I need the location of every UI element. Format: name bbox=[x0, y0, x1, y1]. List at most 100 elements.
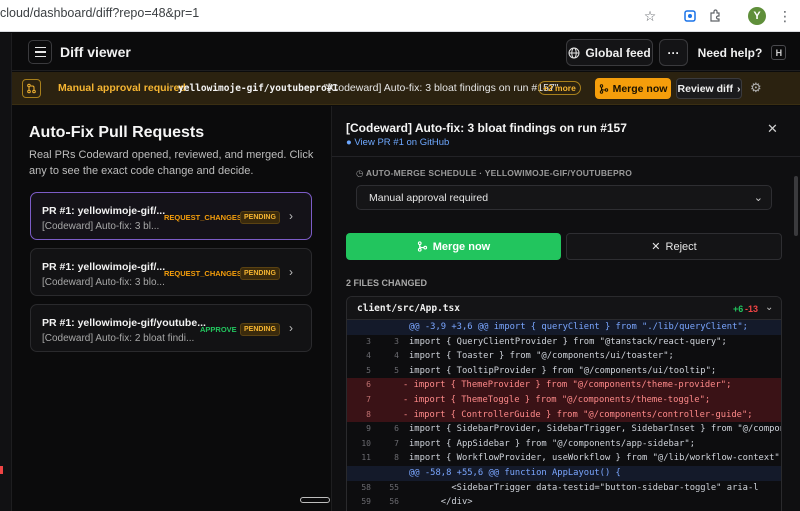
github-link-label: View PR #1 on GitHub bbox=[354, 137, 450, 148]
panel-scrollbar[interactable] bbox=[794, 176, 798, 236]
review-status: REQUEST_CHANGES bbox=[164, 269, 242, 278]
diff-line: 5 5 import { TooltipProvider } from "@/com… bbox=[347, 364, 781, 379]
diff-lines: @@ -3,9 +3,6 @@ import { queryClient } f… bbox=[347, 320, 781, 510]
menu-button[interactable] bbox=[28, 40, 52, 64]
banner-merge-now-label: Merge now bbox=[612, 82, 668, 95]
diff-filename: client/src/App.tsx bbox=[357, 303, 460, 314]
new-line-number: 55 bbox=[389, 482, 399, 492]
old-line-number: 11 bbox=[361, 453, 371, 463]
pr-card-title: PR #1: yellowimoje-gif/... bbox=[42, 261, 166, 273]
panel-title: Auto-Fix Pull Requests bbox=[29, 124, 205, 141]
github-icon: ● bbox=[346, 137, 352, 148]
old-line-number: 8 bbox=[366, 409, 371, 419]
diff-detail-panel: [Codeward] Auto-fix: 3 bloat findings on… bbox=[331, 106, 800, 511]
diff-hunk-header: @@ -58,8 +55,6 @@ function AppLayout() { bbox=[347, 465, 781, 481]
more-options-button[interactable]: ··· bbox=[659, 39, 688, 66]
old-line-number: 4 bbox=[366, 351, 371, 361]
code-text: import { Toaster } from "@/components/ui… bbox=[409, 351, 674, 362]
schedule-label: ◷ AUTO-MERGE SCHEDULE · YELLOWIMOJE-GIF/… bbox=[356, 168, 632, 179]
old-line-number: 3 bbox=[366, 336, 371, 346]
separator-dot: • bbox=[169, 82, 173, 94]
new-line-number: 56 bbox=[389, 497, 399, 507]
address-bar[interactable]: cloud/dashboard/diff?repo=48&pr=1 bbox=[0, 6, 199, 20]
diff-line-deleted: 7 - import { ThemeToggle } from "@/compon… bbox=[347, 392, 781, 408]
old-line-number: 7 bbox=[366, 394, 371, 404]
code-text: @@ -3,9 +3,6 @@ import { queryClient } f… bbox=[409, 322, 748, 332]
divider bbox=[332, 156, 800, 157]
new-line-number: 4 bbox=[394, 351, 399, 361]
banner-merge-now-button[interactable]: Merge now bbox=[595, 78, 671, 99]
puzzle-icon[interactable] bbox=[706, 7, 724, 25]
browser-menu-icon[interactable]: ⋮ bbox=[777, 7, 793, 25]
merge-now-button[interactable]: Merge now bbox=[346, 233, 561, 260]
bookmark-star-icon[interactable]: ☆ bbox=[641, 7, 659, 25]
pr-card[interactable]: PR #1: yellowimoje-gif/... [Codeward] Au… bbox=[30, 192, 312, 240]
deletions-count: -13 bbox=[745, 304, 759, 314]
diff-file-header[interactable]: client/src/App.tsx +6 -13 ⌄ bbox=[347, 297, 781, 320]
merge-icon bbox=[599, 83, 608, 94]
pr-card-title: PR #1: yellowimoje-gif/... bbox=[42, 205, 166, 217]
code-text: import { WorkflowProvider, useWorkflow }… bbox=[409, 453, 781, 464]
code-text: import { TooltipProvider } from "@/compo… bbox=[409, 365, 717, 376]
banner-pr-title: "[Codeward] Auto-fix: 3 bloat findings o… bbox=[324, 82, 559, 94]
more-badge[interactable]: +2 more bbox=[538, 81, 581, 95]
code-text: import { SidebarProvider, SidebarTrigger… bbox=[409, 424, 781, 435]
review-status: REQUEST_CHANGES bbox=[164, 213, 242, 222]
reject-button[interactable]: ✕ Reject bbox=[566, 233, 782, 260]
edge-indicator bbox=[0, 466, 3, 474]
reject-label: Reject bbox=[665, 240, 697, 253]
close-icon[interactable]: ✕ bbox=[767, 121, 778, 137]
need-help-label: Need help? bbox=[697, 45, 763, 60]
sidebar-edge bbox=[0, 33, 12, 511]
new-line-number: 3 bbox=[394, 336, 399, 346]
merge-icon bbox=[417, 241, 427, 252]
chevron-right-icon: › bbox=[289, 209, 293, 223]
page-title: Diff viewer bbox=[60, 44, 131, 60]
code-text: import { AppSidebar } from "@/components… bbox=[409, 438, 695, 449]
help-shortcut-key: H bbox=[771, 45, 787, 60]
chevron-right-icon: › bbox=[736, 82, 741, 95]
pr-card[interactable]: PR #1: yellowimoje-gif/... [Codeward] Au… bbox=[30, 248, 312, 296]
extension-icon[interactable] bbox=[681, 7, 699, 25]
code-text: - import { ControllerGuide } from "@/com… bbox=[403, 409, 753, 420]
diff-line: 4 4 import { Toaster } from "@/components/… bbox=[347, 349, 781, 364]
chevron-right-icon: › bbox=[289, 321, 293, 335]
app-header: Diff viewer Global feed ··· Need help? H bbox=[12, 33, 800, 71]
global-feed-button[interactable]: Global feed bbox=[566, 39, 653, 66]
gear-icon[interactable]: ⚙ bbox=[750, 80, 762, 96]
schedule-value: Manual approval required bbox=[369, 192, 489, 204]
diff-line-deleted: 8 - import { ControllerGuide } from "@/co… bbox=[347, 407, 781, 423]
need-help-button[interactable]: Need help? H bbox=[696, 39, 788, 66]
approval-banner: Manual approval required • yellowimoje-g… bbox=[12, 72, 800, 105]
code-text: </div> bbox=[409, 497, 473, 508]
browser-toolbar: cloud/dashboard/diff?repo=48&pr=1 ☆ Y ⋮ bbox=[0, 0, 800, 32]
code-text: - import { ThemeProvider } from "@/compo… bbox=[403, 380, 732, 391]
old-line-number: 59 bbox=[361, 497, 371, 507]
chevron-down-icon[interactable]: ⌄ bbox=[765, 302, 773, 313]
old-line-number: 58 bbox=[361, 482, 371, 492]
diff-hunk-header: @@ -3,9 +3,6 @@ import { queryClient } f… bbox=[347, 320, 781, 335]
scroll-handle[interactable] bbox=[300, 497, 330, 503]
diff-line: 58 55 <SidebarTrigger data-testid="button… bbox=[347, 481, 781, 496]
status-badge: PENDING bbox=[240, 323, 280, 336]
diff-line: 3 3 import { QueryClientProvider } from "@… bbox=[347, 335, 781, 350]
avatar[interactable]: Y bbox=[748, 7, 766, 25]
chevron-right-icon: › bbox=[289, 265, 293, 279]
github-link[interactable]: ● View PR #1 on GitHub bbox=[346, 137, 449, 148]
diff-line: 11 8 import { WorkflowProvider, useWorkflo… bbox=[347, 451, 781, 466]
review-diff-button[interactable]: Review diff › bbox=[676, 78, 742, 99]
chevron-down-icon: ⌄ bbox=[753, 192, 763, 204]
new-line-number: 6 bbox=[394, 424, 399, 434]
pull-request-icon bbox=[22, 79, 41, 98]
schedule-select[interactable]: Manual approval required ⌄ bbox=[356, 185, 772, 210]
files-changed-label: 2 FILES CHANGED bbox=[346, 278, 428, 288]
close-icon: ✕ bbox=[651, 241, 661, 253]
pr-card-subtitle: [Codeward] Auto-fix: 3 bl... bbox=[42, 221, 160, 232]
review-diff-label: Review diff bbox=[677, 82, 733, 95]
old-line-number: 6 bbox=[366, 380, 371, 390]
code-text: @@ -58,8 +55,6 @@ function AppLayout() { bbox=[409, 467, 621, 478]
old-line-number: 9 bbox=[366, 424, 371, 434]
old-line-number: 5 bbox=[366, 365, 371, 375]
code-text: import { QueryClientProvider } from "@ta… bbox=[409, 336, 727, 347]
pr-card[interactable]: PR #1: yellowimoje-gif/youtube... [Codew… bbox=[30, 304, 312, 352]
